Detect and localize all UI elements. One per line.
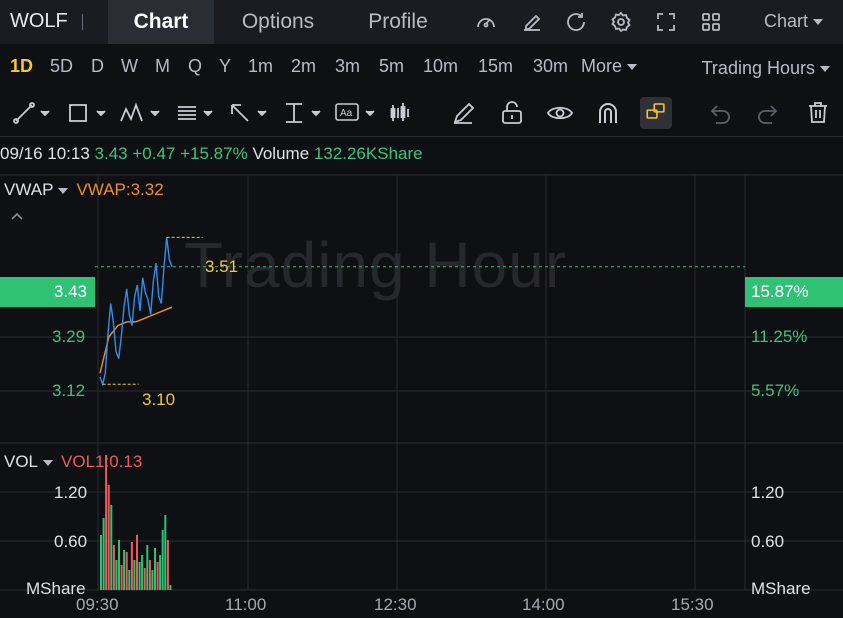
volume-bar: [159, 555, 162, 590]
volume-bar: [161, 530, 164, 590]
vol-tick: 1.20: [751, 483, 785, 502]
price-tick: 3.12: [52, 381, 86, 400]
volume-bar: [107, 485, 110, 590]
volume-bar: [130, 542, 133, 590]
vwap-indicator-value: VWAP:3.32: [76, 180, 164, 199]
volume-bar: [154, 548, 156, 590]
volume-bars: [100, 455, 172, 590]
time-tick: 11:00: [225, 595, 267, 614]
current-price-value: 3.43: [53, 282, 87, 301]
volume-bar: [105, 455, 108, 590]
volume-bar: [141, 555, 144, 590]
volume-bar: [156, 562, 159, 590]
current-pct-value: 15.87%: [751, 282, 809, 301]
volume-bar: [148, 560, 151, 590]
vol-indicator-dropdown[interactable]: VOL VOL1:0.13: [4, 452, 142, 472]
vol-unit: MShare: [751, 579, 811, 598]
chart-grid: [0, 174, 843, 591]
volume-bar: [120, 565, 123, 590]
volume-bar: [169, 585, 172, 590]
volume-bar: [100, 535, 102, 590]
volume-bar: [123, 550, 126, 590]
chevron-down-icon: [43, 459, 54, 466]
price-tick: 3.29: [52, 327, 86, 346]
price-chart[interactable]: [0, 0, 843, 618]
time-tick: 15:30: [671, 595, 714, 614]
vol-tick: 0.60: [54, 532, 88, 551]
current-pct-tag: 15.87%: [745, 277, 843, 307]
volume-bar: [102, 518, 105, 590]
vwap-indicator-dropdown[interactable]: VWAP VWAP:3.32: [4, 180, 164, 200]
volume-bar: [151, 570, 154, 590]
vol-tick: 1.20: [54, 483, 88, 502]
vwap-line: [99, 306, 173, 374]
current-price-tag: 3.43: [0, 277, 95, 307]
volume-bar: [133, 560, 136, 590]
volume-bar: [112, 545, 115, 590]
volume-bar: [118, 540, 120, 590]
volume-bar: [115, 560, 118, 590]
vol-indicator-name: VOL: [4, 452, 39, 471]
pct-tick: 11.25%: [751, 327, 808, 346]
vwap-indicator-name: VWAP: [4, 180, 54, 199]
volume-bar: [125, 552, 128, 590]
volume-bar: [138, 562, 141, 590]
high-price-label: 3.51: [205, 257, 239, 276]
volume-bar: [166, 540, 169, 590]
vol-indicator-value: VOL1:0.13: [61, 452, 143, 471]
vwap-series: [99, 306, 173, 374]
hi-lo-markers: [102, 236, 203, 385]
volume-bar: [164, 515, 167, 590]
time-tick: 14:00: [522, 595, 565, 614]
low-price-label: 3.10: [142, 390, 176, 409]
pct-tick: 5.57%: [751, 381, 800, 400]
collapse-pane-icon[interactable]: [10, 208, 24, 228]
volume-bar: [128, 570, 131, 590]
volume-bar: [143, 568, 146, 590]
vol-tick: 0.60: [751, 532, 785, 551]
time-tick: 12:30: [374, 595, 417, 614]
volume-bar: [110, 505, 113, 590]
chevron-down-icon: [58, 187, 69, 194]
volume-bar: [136, 535, 138, 590]
volume-bar: [146, 545, 149, 590]
time-tick: 09:30: [76, 595, 119, 614]
